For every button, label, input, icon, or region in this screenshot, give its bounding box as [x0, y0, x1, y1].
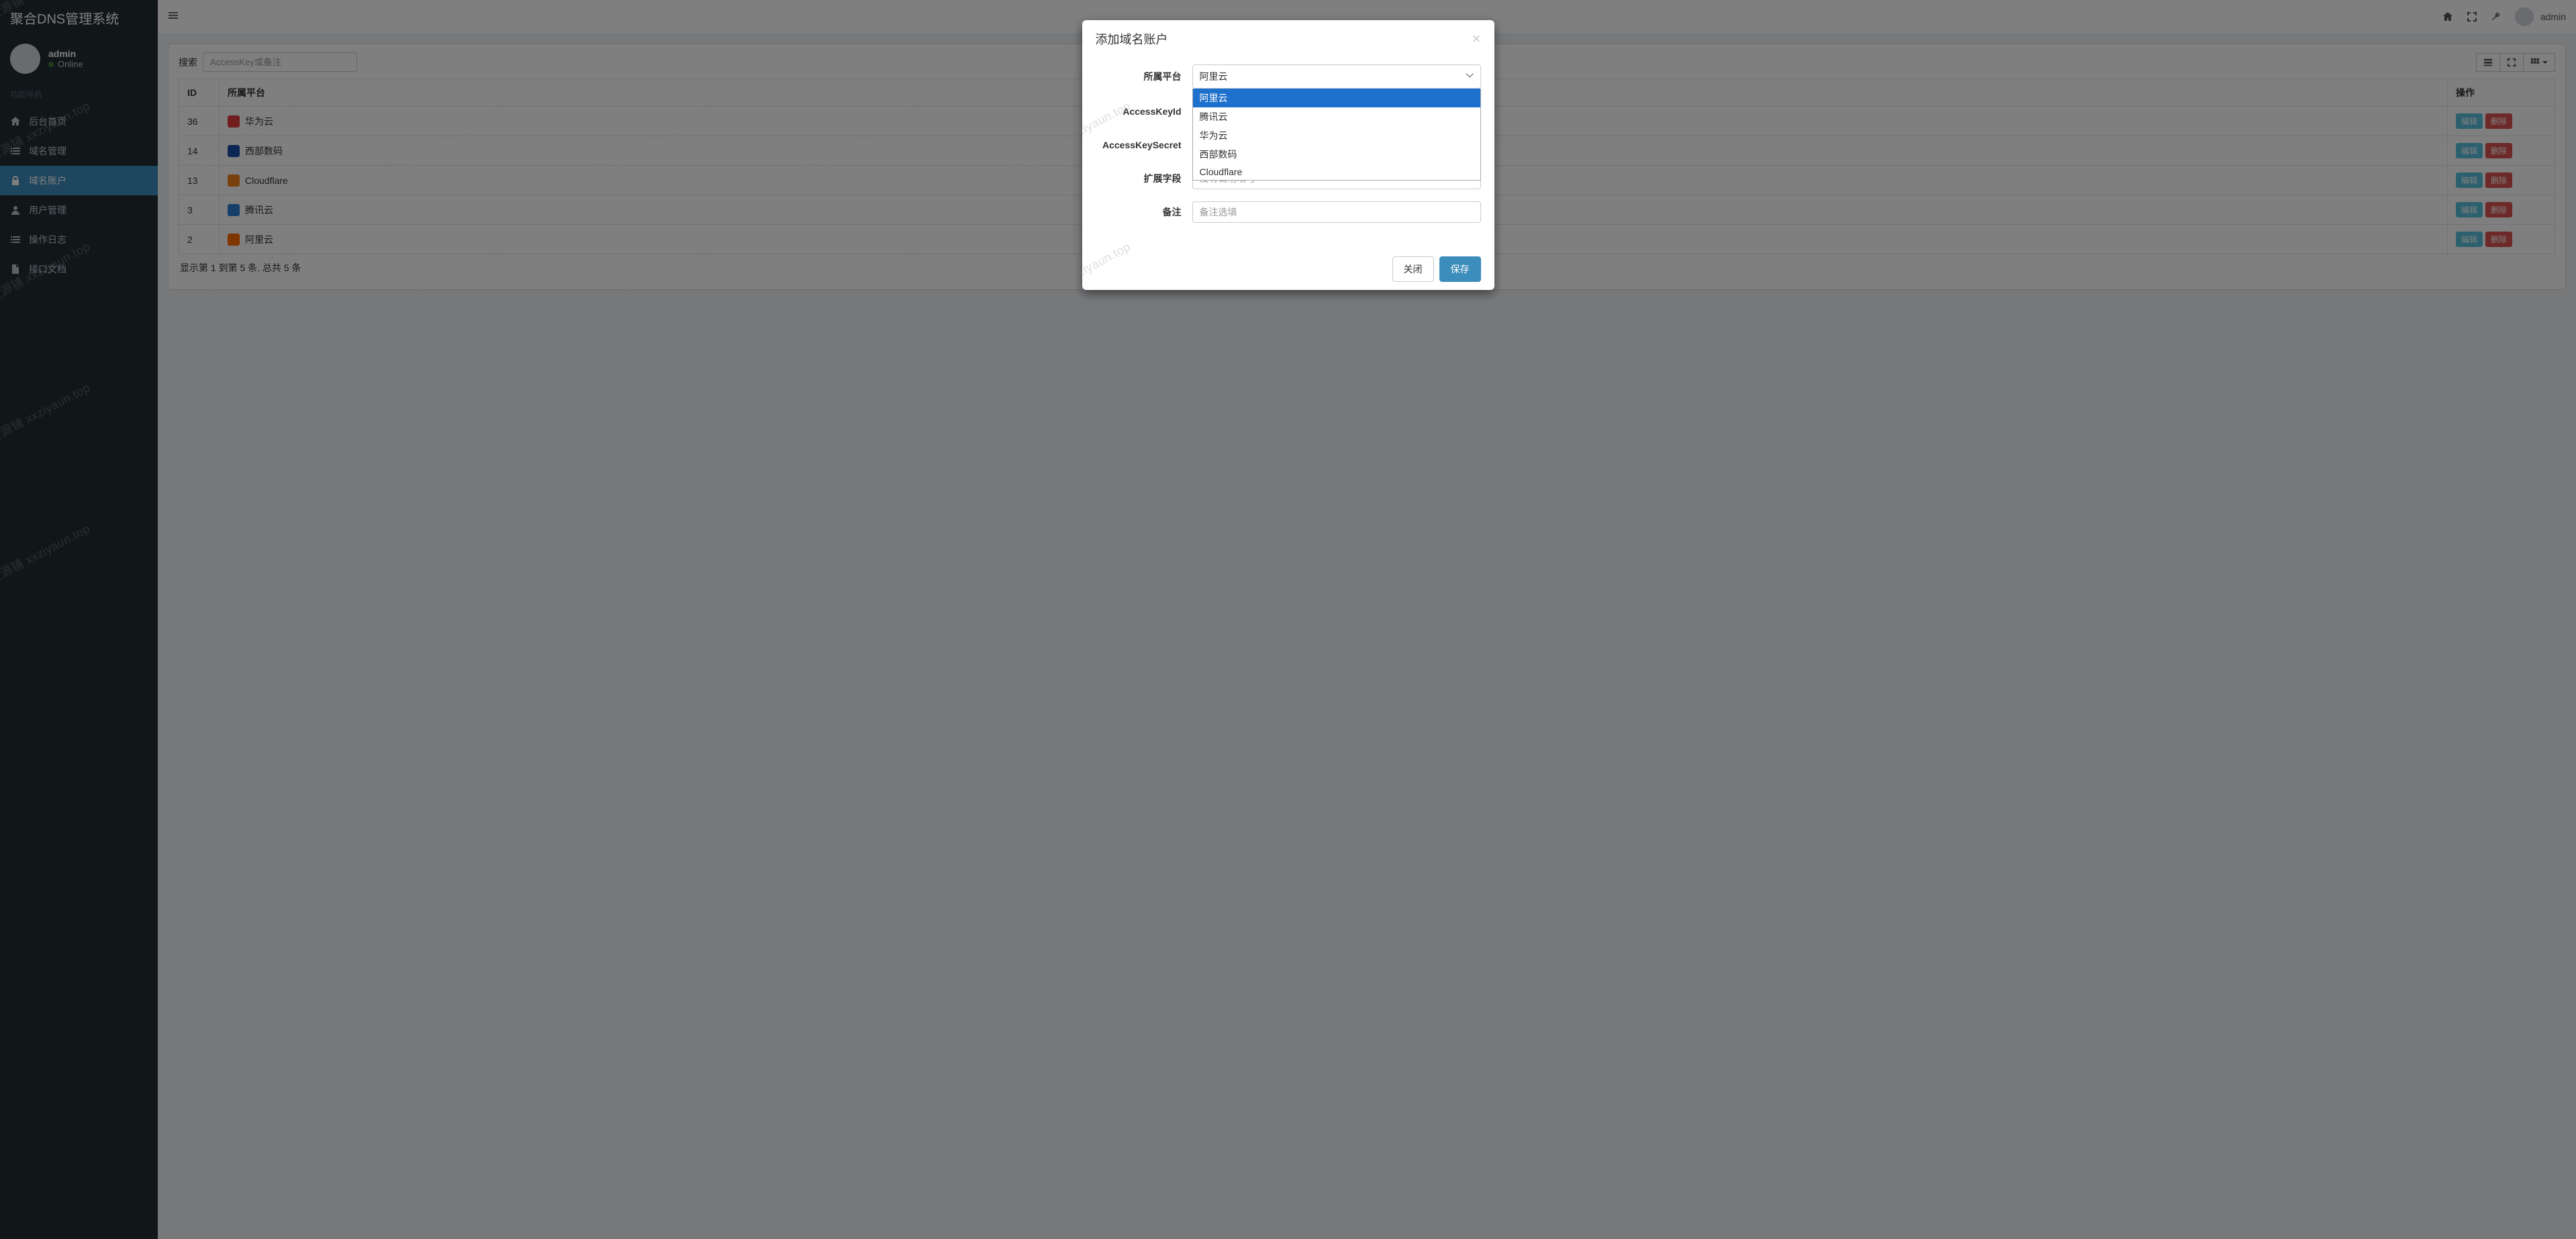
remark-label: 备注	[1096, 205, 1182, 219]
save-button[interactable]: 保存	[1439, 256, 1481, 282]
platform-label: 所属平台	[1096, 70, 1182, 83]
close-icon[interactable]: ×	[1472, 32, 1481, 46]
chevron-down-icon	[1466, 72, 1474, 81]
platform-selected-value: 阿里云	[1200, 70, 1228, 83]
platform-option-3[interactable]: 西部数码	[1193, 145, 1480, 164]
add-account-modal: 添加域名账户 × 所属平台 阿里云 阿里云腾讯云华为云西部数码Cloudflar…	[1082, 20, 1494, 290]
platform-option-4[interactable]: Cloudflare	[1193, 164, 1480, 180]
platform-option-1[interactable]: 腾讯云	[1193, 107, 1480, 126]
close-button[interactable]: 关闭	[1392, 256, 1434, 282]
akid-label: AccessKeyId	[1096, 106, 1182, 117]
modal-title: 添加域名账户	[1096, 30, 1168, 48]
platform-dropdown: 阿里云腾讯云华为云西部数码Cloudflare	[1192, 89, 1481, 181]
aks-label: AccessKeySecret	[1096, 140, 1182, 150]
platform-option-0[interactable]: 阿里云	[1193, 89, 1480, 107]
platform-option-2[interactable]: 华为云	[1193, 126, 1480, 145]
platform-select[interactable]: 阿里云	[1192, 64, 1481, 89]
remark-input[interactable]	[1192, 201, 1481, 223]
ext-label: 扩展字段	[1096, 172, 1182, 185]
